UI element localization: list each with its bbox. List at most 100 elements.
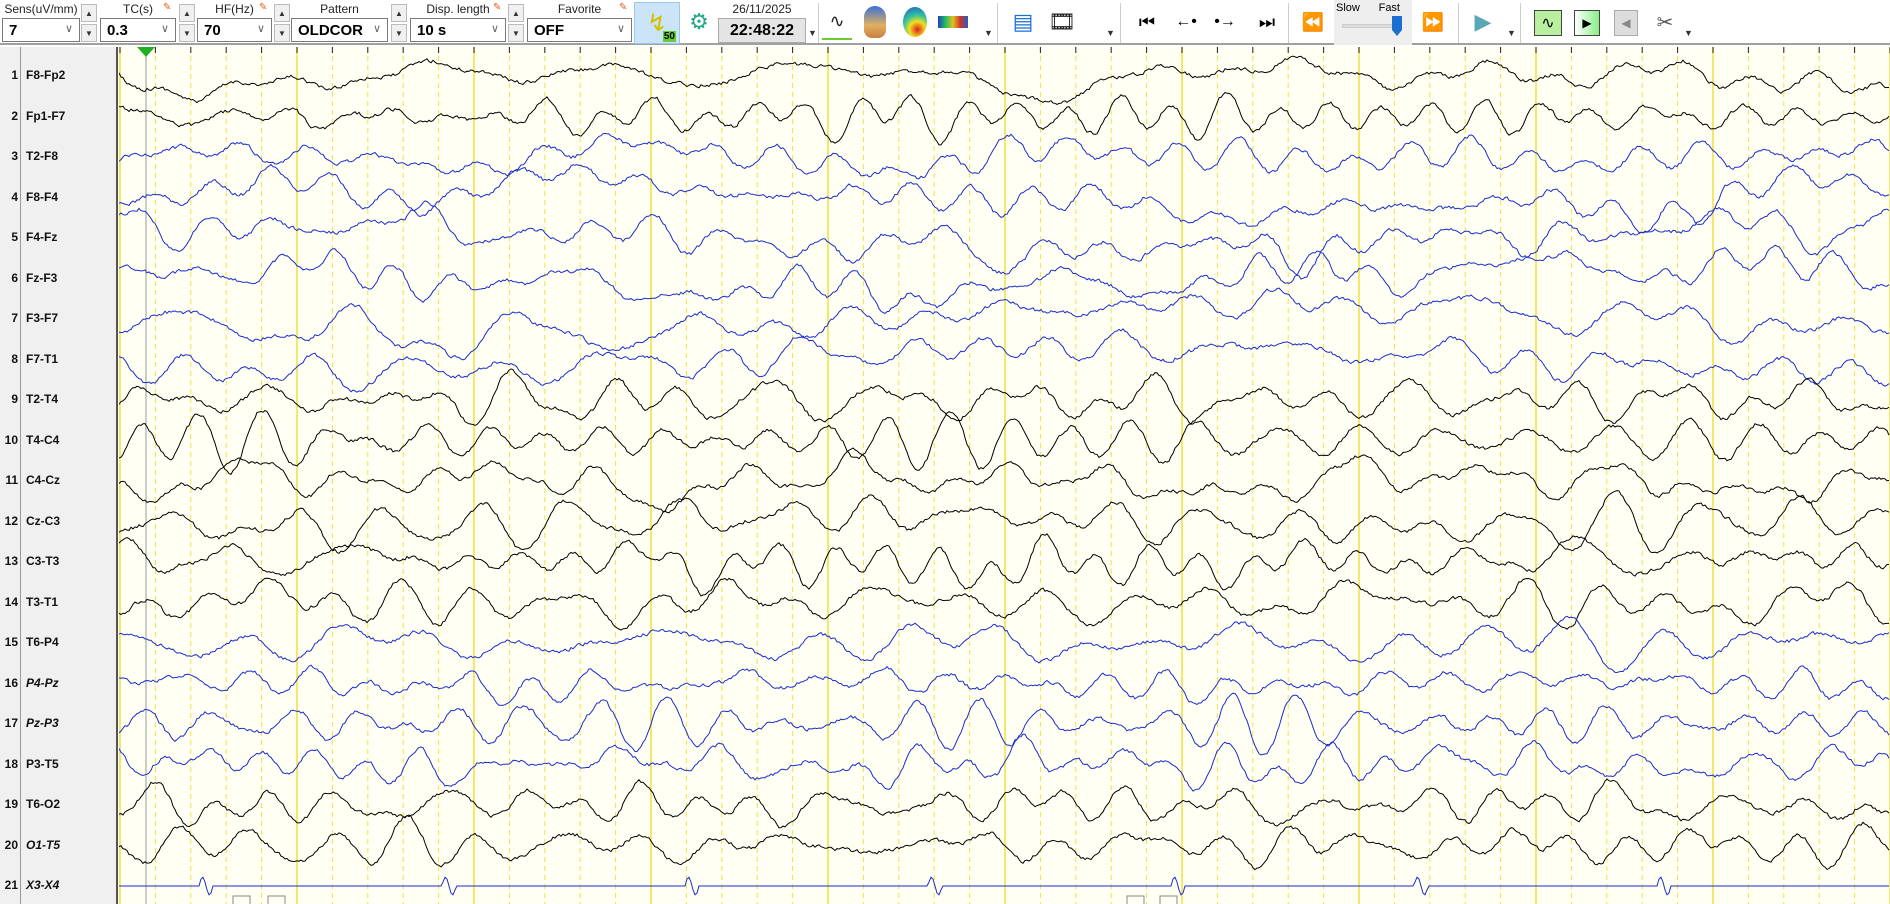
up-icon[interactable]: ▲: [391, 4, 407, 22]
channel-name: F8-Fp2: [26, 68, 66, 82]
eeg-trace: [119, 692, 1890, 756]
pencil-icon[interactable]: ✎: [493, 2, 504, 13]
dropdown-arrow-icon[interactable]: ▼: [1684, 28, 1693, 38]
hf-select[interactable]: 70 ∨: [197, 18, 272, 42]
event-marker[interactable]: [1126, 895, 1145, 904]
pencil-icon[interactable]: ✎: [259, 2, 270, 13]
slider-thumb[interactable]: [1392, 16, 1402, 36]
channel-number: 7: [11, 311, 18, 325]
play-icon[interactable]: ▶: [1470, 4, 1496, 40]
cursor-marker-icon[interactable]: [137, 47, 155, 57]
up-icon[interactable]: ▲: [508, 4, 524, 22]
tc-spinner[interactable]: ▲ ▼: [179, 4, 195, 42]
patient-info-icon[interactable]: ▤: [1008, 4, 1038, 40]
dropdown-arrow-icon[interactable]: ▼: [1106, 28, 1115, 38]
mark-left-icon[interactable]: ◀: [1614, 10, 1638, 36]
channel-label[interactable]: 4 F8-F4: [0, 190, 118, 208]
up-icon[interactable]: ▲: [81, 4, 97, 22]
channel-number: 19: [4, 797, 18, 811]
channel-label[interactable]: 7 F3-F7: [0, 311, 118, 329]
speed-slider[interactable]: Slow Fast: [1334, 0, 1412, 45]
spectrogram-icon[interactable]: [936, 4, 970, 40]
disp-length-spinner[interactable]: ▲ ▼: [508, 4, 524, 42]
pencil-icon[interactable]: ✎: [163, 2, 174, 13]
channel-name: T4-C4: [26, 432, 60, 447]
pattern-label: Pattern: [320, 2, 359, 16]
up-icon[interactable]: ▲: [274, 4, 290, 22]
up-icon[interactable]: ▲: [179, 4, 195, 22]
channel-number: 8: [11, 351, 18, 366]
hf-value: 70: [204, 22, 221, 39]
sens-value: 7: [9, 22, 18, 39]
go-last-icon[interactable]: ⏭: [1255, 4, 1279, 40]
electrode-settings-icon[interactable]: ⚙: [683, 4, 715, 40]
channel-label[interactable]: 15 T6-P4: [0, 635, 118, 653]
channel-label[interactable]: 9 T2-T4: [0, 392, 118, 410]
montage-wave-icon[interactable]: ∿: [1534, 10, 1562, 36]
time-display[interactable]: 22:48:22: [718, 18, 806, 43]
rewind-icon[interactable]: ⏪: [1300, 4, 1326, 40]
hf-spinner[interactable]: ▲ ▼: [274, 4, 290, 42]
video-icon[interactable]: 🎞: [1047, 4, 1077, 40]
go-first-icon[interactable]: ⏮: [1135, 4, 1159, 40]
tc-select[interactable]: 0.3 ∨: [100, 18, 176, 42]
channel-label[interactable]: 5 F4-Fz: [0, 230, 118, 248]
dropdown-arrow-icon[interactable]: ▼: [984, 28, 993, 38]
channel-label[interactable]: 16 P4-Pz: [0, 676, 118, 694]
down-icon[interactable]: ▼: [391, 24, 407, 42]
channel-label[interactable]: 19 T6-O2: [0, 797, 118, 815]
waveform-measure-icon[interactable]: ∿: [822, 4, 852, 40]
head-map-icon[interactable]: [860, 4, 890, 40]
eeg-trace-area[interactable]: [119, 47, 1890, 904]
event-marker[interactable]: [232, 895, 251, 904]
channel-label[interactable]: 8 F7-T1: [0, 352, 118, 370]
channel-label[interactable]: 17 Pz-P3: [0, 716, 118, 734]
fast-label: Fast: [1378, 2, 1400, 14]
channel-number: 3: [11, 149, 18, 163]
channel-label[interactable]: 1 F8-Fp2: [0, 68, 118, 86]
step-back-icon[interactable]: ←•: [1172, 4, 1200, 40]
pattern-select[interactable]: OLDCOR ∨: [291, 18, 388, 42]
channel-number: 18: [4, 756, 18, 771]
down-icon[interactable]: ▼: [179, 24, 195, 42]
step-forward-icon[interactable]: •→: [1211, 4, 1239, 40]
channel-label[interactable]: 10 T4-C4: [0, 433, 118, 451]
sens-spinner[interactable]: ▲ ▼: [81, 4, 97, 42]
channel-label[interactable]: 13 C3-T3: [0, 554, 118, 572]
favorite-select[interactable]: OFF ∨: [527, 18, 632, 42]
tc-group: TC(s) ✎ 0.3 ∨: [100, 0, 176, 45]
mark-right-icon[interactable]: ▶: [1574, 10, 1600, 36]
channel-label[interactable]: 2 Fp1-F7: [0, 109, 118, 127]
topography-icon[interactable]: [900, 4, 930, 40]
channel-label[interactable]: 14 T3-T1: [0, 595, 118, 613]
channel-label[interactable]: 6 Fz-F3: [0, 271, 118, 289]
down-icon[interactable]: ▼: [81, 24, 97, 42]
channel-label[interactable]: 11 C4-Cz: [0, 473, 118, 491]
datetime-group: 26/11/2025 22:48:22: [718, 0, 806, 45]
channel-label[interactable]: 12 Cz-C3: [0, 514, 118, 532]
channel-label[interactable]: 18 P3-T5: [0, 757, 118, 775]
chevron-down-icon: ∨: [64, 23, 73, 35]
channel-label[interactable]: 3 T2-F8: [0, 149, 118, 167]
channel-label[interactable]: 20 O1-T5: [0, 838, 118, 856]
channel-name: F7-T1: [26, 351, 59, 366]
channel-number: 20: [4, 837, 18, 852]
pencil-icon[interactable]: ✎: [619, 2, 630, 13]
disp-length-select[interactable]: 10 s ∨: [410, 18, 506, 42]
fast-forward-icon[interactable]: ⏩: [1420, 4, 1446, 40]
channel-name: C3-T3: [26, 554, 60, 568]
separator: [1120, 3, 1121, 43]
channel-label[interactable]: 21 X3-X4: [0, 878, 118, 896]
eeg-trace: [119, 368, 1890, 426]
down-icon[interactable]: ▼: [508, 24, 524, 42]
dropdown-arrow-icon[interactable]: ▼: [808, 28, 817, 38]
eeg-trace: [119, 490, 1890, 555]
sens-select[interactable]: 7 ∨: [2, 18, 80, 42]
dropdown-arrow-icon[interactable]: ▼: [1507, 28, 1516, 38]
pattern-spinner[interactable]: ▲ ▼: [391, 4, 407, 42]
event-marker[interactable]: [1159, 895, 1178, 904]
cut-clip-icon[interactable]: ✂: [1650, 4, 1680, 40]
down-icon[interactable]: ▼: [274, 24, 290, 42]
notch-filter-button[interactable]: ↯ 50: [634, 2, 680, 44]
event-marker[interactable]: [267, 895, 286, 904]
